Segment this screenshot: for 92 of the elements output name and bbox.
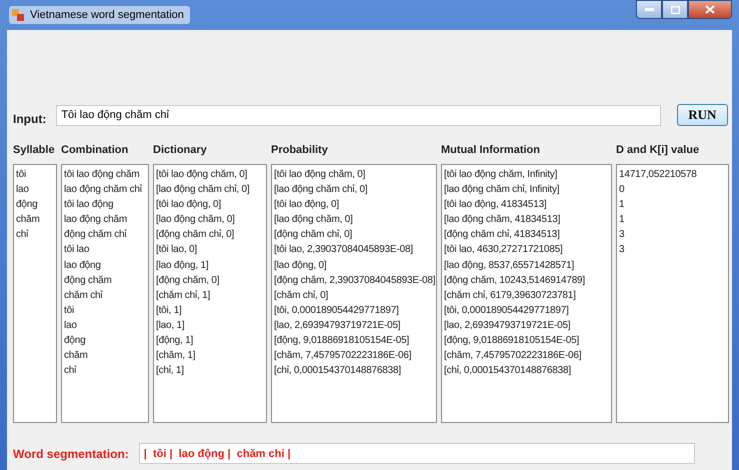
app-icon [11, 8, 25, 22]
list-item: [tôi lao động, 41834513] [444, 198, 548, 212]
list-item: lao động chăm [64, 213, 128, 228]
input-field[interactable]: Tôi lao động chăm chỉ [56, 104, 661, 126]
list-item: [chăm chỉ, 1] [156, 288, 212, 303]
close-icon [705, 5, 715, 14]
list-item: lao động [64, 258, 102, 273]
list-item: chăm chỉ [64, 288, 104, 303]
list-item: [tôi, 1] [156, 304, 183, 318]
list-item: chăm [16, 213, 41, 228]
list-item: [chỉ, 1] [156, 364, 185, 378]
list-box[interactable] [271, 164, 437, 423]
list-item: [lao động, 1] [156, 258, 210, 273]
column-heading: Combination [61, 144, 130, 156]
list-item: [động, 9,01886918105154E-05] [444, 334, 580, 348]
list-item: 3 [619, 228, 626, 242]
list-item: [động, 1] [156, 334, 194, 348]
run-button[interactable]: RUN [676, 104, 728, 126]
list-item: [lao động chăm, 41834513] [444, 213, 562, 228]
list-item: tôi [64, 304, 75, 318]
list-item: [tôi lao động chăm, Infinity] [444, 168, 558, 182]
segmentation-field[interactable]: | tôi | lao động | chăm chỉ | [138, 443, 695, 464]
list-item: [chỉ, 0,000154370148876838] [274, 364, 402, 378]
list-box[interactable]: tôi lao động chăm chỉ [13, 164, 57, 423]
list-item: [lao, 1] [156, 318, 186, 333]
list-item: [tôi lao, 0] [156, 243, 198, 258]
list-box[interactable]: 14717,052210578 0 1 1 3 3 [616, 164, 729, 423]
list-item: lao [16, 183, 30, 198]
minimize-icon [644, 8, 654, 11]
list-item: 1 [619, 198, 626, 212]
list-item: [lao động chăm, 0] [274, 213, 354, 228]
list-box[interactable] [441, 164, 612, 423]
close-button[interactable] [688, 0, 732, 19]
list-item: 3 [619, 243, 626, 258]
list-item: tôi lao động [64, 198, 114, 212]
list-item: động chăm [64, 274, 113, 288]
list-item: [lao động chăm, 0] [156, 213, 236, 228]
list-item: [động chăm, 2,39037084045893E-08] [274, 274, 434, 288]
input-label: Input: [13, 112, 46, 126]
list-item: [lao động, 8537,65571428571] [444, 258, 576, 273]
list-item: chỉ [16, 228, 30, 242]
list-item: [động chăm, 0] [156, 274, 220, 288]
list-item: [tôi, 0,000189054429771897] [274, 304, 400, 318]
minimize-button[interactable] [636, 0, 662, 19]
list-item: [tôi lao động chăm, 0] [156, 168, 248, 182]
list-item: 1 [619, 213, 626, 228]
list-item: tôi lao [64, 243, 90, 258]
list-item: [lao động chăm chỉ, 0] [274, 183, 368, 198]
list-item: động chăm chỉ [64, 228, 128, 242]
list-item: [lao động, 0] [274, 258, 328, 273]
list-item: [động chăm chỉ, 0] [274, 228, 354, 242]
column-heading: D and K[i] value [616, 144, 700, 156]
list-item: 0 [619, 183, 626, 198]
list-item: [chỉ, 0,000154370148876838] [444, 364, 572, 378]
list-item: [lao, 2,69394793719721E-05] [274, 318, 402, 333]
list-box[interactable] [153, 164, 267, 423]
list-item: [động chăm, 10243,5146914789] [444, 274, 586, 288]
list-item: [chăm chỉ, 0] [274, 288, 330, 303]
column-heading: Syllable [13, 144, 56, 156]
list-item: [tôi lao động, 0] [156, 198, 222, 212]
list-item: lao [64, 318, 78, 333]
column-heading: Probability [271, 144, 329, 156]
list-item: tôi [16, 168, 27, 182]
list-item: [tôi lao động chăm, 0] [274, 168, 366, 182]
list-item: [chăm, 1] [156, 349, 196, 364]
list-item: [lao động chăm chỉ, Infinity] [444, 183, 560, 198]
list-item: [chăm, 7,45795702223186E-06] [444, 349, 582, 364]
list-item: [tôi, 0,000189054429771897] [444, 304, 570, 318]
maximize-button[interactable] [662, 0, 688, 19]
list-item: động [16, 198, 38, 212]
list-item: [động chăm chỉ, 0] [156, 228, 236, 242]
list-item: [lao động chăm chỉ, 0] [156, 183, 250, 198]
list-item: [chăm, 7,45795702223186E-06] [274, 349, 412, 364]
column-heading: Mutual Information [441, 144, 541, 156]
column-heading: Dictionary [153, 144, 208, 156]
maximize-icon [670, 6, 680, 14]
list-item: chăm [64, 349, 89, 364]
list-item: [tôi lao, 4630,27271721085] [444, 243, 564, 258]
list-item: [tôi lao động, 0] [274, 198, 340, 212]
list-item: [chăm chỉ, 6179,39630723781] [444, 288, 577, 303]
list-item: [động, 9,01886918105154E-05] [274, 334, 410, 348]
list-item: [động chăm chỉ, 41834513] [444, 228, 561, 242]
list-item: động [64, 334, 86, 348]
list-item: chỉ [64, 364, 78, 378]
list-item: lao động chăm chỉ [64, 183, 143, 198]
list-item: [tôi lao, 2,39037084045893E-08] [274, 243, 414, 258]
list-item: [lao, 2,69394793719721E-05] [444, 318, 572, 333]
list-box[interactable]: tôi lao động chăm lao động chăm chỉ tôi lao động lao động chăm động chăm chỉ tôi lao lao động động chăm chăm chỉ tôi lao động chăm chỉ [61, 164, 149, 423]
window-title: Vietnamese word segmentation [30, 9, 184, 21]
segmentation-label: Word segmentation: [13, 446, 129, 460]
list-item: 14717,052210578 [619, 168, 698, 182]
list-item: tôi lao động chăm [64, 168, 141, 182]
